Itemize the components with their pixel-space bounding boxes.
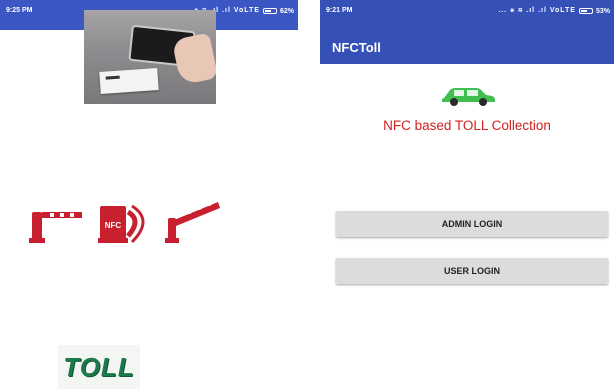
- toll-gate-open-icon: [165, 202, 220, 243]
- battery-icon: [262, 8, 277, 14]
- app-bar: NFCToll: [320, 30, 614, 64]
- nfc-card-image: [99, 68, 159, 94]
- status-time: 9:25 PM: [6, 7, 33, 14]
- status-indicators: ... ⚹ ≋ .ıl .ıl VoLTE 53%: [498, 7, 610, 15]
- status-time: 9:21 PM: [326, 7, 353, 14]
- signal-icons: ... ⚹ ≋ .ıl .ıl VoLTE: [498, 7, 576, 14]
- nfc-phone-photo: [84, 10, 216, 104]
- app-title: NFCToll: [332, 40, 381, 55]
- battery-level: 62%: [279, 7, 294, 15]
- hand-image: [171, 32, 216, 86]
- status-bar: 9:21 PM ... ⚹ ≋ .ıl .ıl VoLTE 53%: [320, 0, 614, 30]
- battery-level: 53%: [595, 7, 610, 15]
- user-login-button[interactable]: USER LOGIN: [336, 258, 608, 284]
- home-screen: 9:21 PM ... ⚹ ≋ .ıl .ıl VoLTE 53% NFCTol…: [320, 0, 614, 389]
- admin-login-button[interactable]: ADMIN LOGIN: [336, 211, 608, 237]
- car-icon: [442, 88, 495, 106]
- splash-screen: 9:25 PM ... ⚹ ≋ .ıl .ıl VoLTE 62% NFC TO…: [0, 0, 298, 389]
- toll-logo: TOLL: [58, 345, 140, 389]
- nfc-badge-label: NFC: [105, 221, 122, 230]
- toll-icons-group: NFC: [29, 202, 220, 244]
- battery-icon: [578, 8, 593, 14]
- toll-barrier-icon: [29, 212, 82, 243]
- app-headline: NFC based TOLL Collection: [383, 118, 551, 133]
- nfc-pump-icon: NFC: [98, 204, 145, 244]
